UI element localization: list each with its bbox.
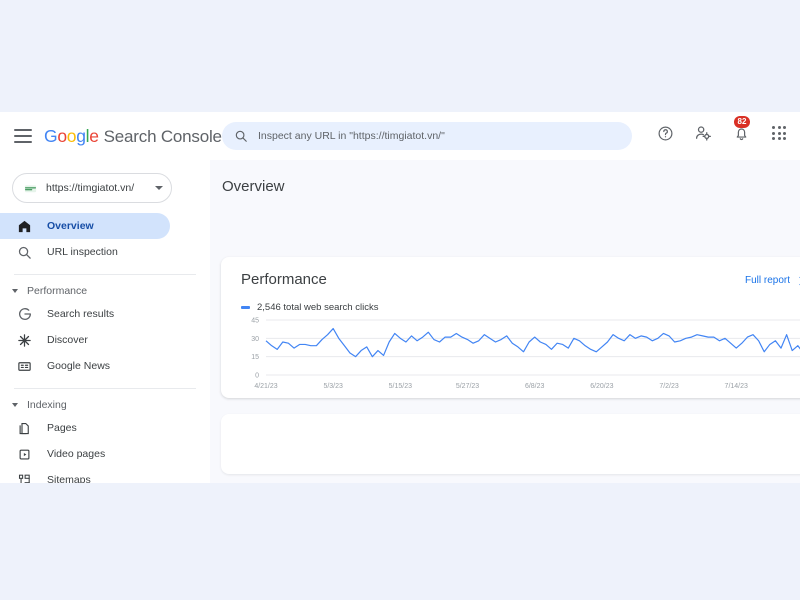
svg-text:15: 15 bbox=[251, 354, 259, 361]
google-letter-g2: g bbox=[76, 125, 86, 146]
sidebar-divider-2 bbox=[14, 388, 196, 389]
google-g-icon bbox=[16, 306, 33, 323]
sidebar-section-label-indexing: Indexing bbox=[27, 399, 67, 411]
brand-logo[interactable]: Google Search Console bbox=[44, 126, 222, 147]
sidebar-item-search-results[interactable]: Search results bbox=[0, 301, 170, 327]
chevron-right-icon bbox=[795, 276, 800, 285]
google-wordmark: Google bbox=[44, 126, 99, 147]
sidebar-item-label-overview: Overview bbox=[47, 220, 94, 232]
svg-text:7/14/23: 7/14/23 bbox=[725, 383, 748, 390]
full-report-link[interactable]: Full report bbox=[745, 275, 800, 286]
sidebar-item-url-inspection[interactable]: URL inspection bbox=[0, 239, 170, 265]
svg-text:45: 45 bbox=[251, 318, 259, 325]
chevron-down-icon bbox=[12, 289, 18, 293]
svg-text:5/3/23: 5/3/23 bbox=[323, 383, 343, 390]
svg-text:0: 0 bbox=[255, 373, 259, 380]
sidebar-item-pages[interactable]: Pages bbox=[0, 415, 170, 441]
search-input[interactable] bbox=[258, 130, 620, 142]
google-letter-o1: o bbox=[57, 125, 67, 146]
main-content: Overview Performance Full report 2,546 t… bbox=[210, 160, 800, 483]
property-label: https://timgiatot.vn/ bbox=[46, 182, 135, 194]
performance-card: Performance Full report 2,546 total web … bbox=[221, 257, 800, 398]
sidebar-item-label-pages: Pages bbox=[47, 422, 77, 434]
account-settings-button[interactable] bbox=[692, 122, 714, 144]
svg-text:5/27/23: 5/27/23 bbox=[456, 383, 479, 390]
sidebar-item-video-pages[interactable]: Video pages bbox=[0, 441, 170, 467]
svg-text:30: 30 bbox=[251, 336, 259, 343]
full-report-label: Full report bbox=[744, 275, 790, 286]
search-icon bbox=[16, 244, 33, 261]
sidebar-item-overview[interactable]: Overview bbox=[0, 213, 170, 239]
sidebar-item-label-search-results: Search results bbox=[47, 308, 115, 320]
google-letter-g: G bbox=[44, 125, 58, 146]
sidebar-section-label-performance: Performance bbox=[27, 285, 88, 297]
performance-card-title: Performance bbox=[241, 271, 327, 288]
property-selector[interactable]: https://timgiatot.vn/ bbox=[12, 173, 172, 203]
search-console-app-window: Google Search Console https://timgiatot.… bbox=[0, 112, 800, 483]
google-letter-e: e bbox=[89, 125, 99, 146]
pages-icon bbox=[16, 420, 33, 437]
sidebar-item-label-google-news: Google News bbox=[47, 360, 111, 372]
chevron-down-icon bbox=[155, 186, 163, 190]
sidebar-section-indexing[interactable]: Indexing bbox=[0, 395, 210, 415]
svg-text:6/8/23: 6/8/23 bbox=[525, 383, 545, 390]
home-icon bbox=[16, 218, 33, 235]
secondary-card bbox=[221, 414, 800, 474]
apps-grid-icon bbox=[772, 126, 786, 140]
sidebar-divider-1 bbox=[14, 274, 196, 275]
discover-star-icon bbox=[16, 332, 33, 349]
performance-line-chart: 0 15 30 45 4/21/23 5/3/23 5/15/23 5/27/23 6/8/23… bbox=[251, 318, 800, 390]
google-letter-o2: o bbox=[66, 125, 77, 146]
help-button[interactable] bbox=[654, 122, 676, 144]
svg-text:5/15/23: 5/15/23 bbox=[389, 383, 412, 390]
chevron-down-icon bbox=[12, 403, 18, 407]
chart-legend[interactable]: 2,546 total web search clicks bbox=[241, 302, 378, 313]
top-bar-actions: 82 bbox=[654, 116, 790, 144]
sidebar-item-sitemaps[interactable]: Sitemaps bbox=[0, 467, 170, 483]
legend-swatch-clicks bbox=[241, 306, 250, 309]
sidebar-item-google-news[interactable]: Google News bbox=[0, 353, 170, 379]
video-pages-icon bbox=[16, 446, 33, 463]
svg-text:6/20/23: 6/20/23 bbox=[590, 383, 613, 390]
google-news-icon bbox=[16, 358, 33, 375]
product-name: Search Console bbox=[103, 126, 222, 146]
notifications-button[interactable]: 82 bbox=[730, 116, 752, 144]
page-title: Overview bbox=[222, 178, 285, 195]
sidebar-item-discover[interactable]: Discover bbox=[0, 327, 170, 353]
screenshot-root: Google Search Console https://timgiatot.… bbox=[0, 0, 800, 600]
sidebar-item-label-discover: Discover bbox=[47, 334, 88, 346]
hamburger-menu-icon[interactable] bbox=[14, 129, 32, 143]
sidebar-item-label-url-inspection: URL inspection bbox=[47, 246, 118, 258]
search-icon bbox=[234, 129, 248, 143]
sidebar-item-label-video-pages: Video pages bbox=[47, 448, 106, 460]
notifications-badge: 82 bbox=[734, 116, 750, 128]
url-inspection-search-bar[interactable] bbox=[222, 122, 632, 150]
performance-chart[interactable]: 0 15 30 45 4/21/23 5/3/23 5/15/23 5/27/23 6/8/23… bbox=[221, 317, 800, 397]
svg-text:4/21/23: 4/21/23 bbox=[254, 383, 277, 390]
property-globe-icon bbox=[23, 181, 38, 196]
sidebar-item-label-sitemaps: Sitemaps bbox=[47, 474, 91, 483]
svg-text:7/2/23: 7/2/23 bbox=[659, 383, 679, 390]
legend-label-clicks: 2,546 total web search clicks bbox=[257, 302, 379, 313]
sidebar-nav: https://timgiatot.vn/ Overview URL inspe… bbox=[0, 160, 210, 483]
sidebar-section-performance[interactable]: Performance bbox=[0, 281, 210, 301]
sitemaps-icon bbox=[16, 472, 33, 483]
apps-grid-button[interactable] bbox=[768, 122, 790, 144]
